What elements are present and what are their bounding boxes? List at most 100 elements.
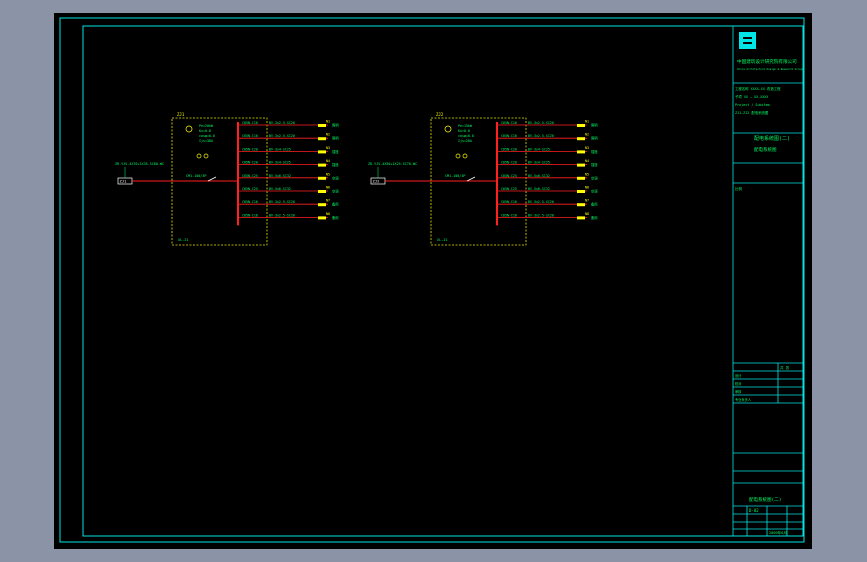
circuit-breaker-label: C65N-C20 xyxy=(242,161,258,165)
incoming-cable-label: ZR-YJV-4X50+1X25-SC70-WC xyxy=(368,162,417,166)
bottom-title: 配电系统图(二) xyxy=(749,496,781,503)
load-symbol-icon xyxy=(318,176,326,180)
load-symbol-icon xyxy=(318,216,326,220)
panel-name: ZJ2 xyxy=(436,112,444,117)
circuit-load-label: 空调 xyxy=(591,189,598,194)
incoming-breaker-symbol xyxy=(466,176,476,182)
circuit-code: N3 xyxy=(585,146,589,150)
circuit-cable-label: BV-5x6-SC32 xyxy=(269,174,291,178)
panel-param: Kx=0.8 xyxy=(199,129,211,133)
load-symbol-icon xyxy=(577,163,585,167)
circuit-breaker-label: C65N-C20 xyxy=(501,161,517,165)
circuit-breaker-label: C65N-C25 xyxy=(501,174,517,178)
circuit-code: N2 xyxy=(585,133,589,137)
panel-param: Pe=20kW xyxy=(199,124,213,128)
circuit-load-label: 备用 xyxy=(591,215,598,220)
circuit-cable-label: BV-3x2.5-SC20 xyxy=(528,121,554,125)
inner-frame xyxy=(82,25,804,537)
load-symbol-icon xyxy=(577,190,585,193)
circuit-load-label: 插座 xyxy=(591,162,598,167)
title-field-label: 校对 xyxy=(735,381,742,386)
circuit-cable-label: BV-3x2.5-SC20 xyxy=(269,121,295,125)
incoming-breaker-label: CM1-100/3P xyxy=(186,174,206,178)
circuit-load-label: 空调 xyxy=(332,175,339,180)
drawing-title: 配电系统图(二) xyxy=(754,135,790,142)
circuit-load-label: 照明 xyxy=(332,137,339,141)
drawing-sub: 配电系统图 xyxy=(754,146,777,153)
title-info-line: 工程名称 XXXX-XX 改造工程 xyxy=(735,86,781,91)
load-symbol-icon xyxy=(318,190,326,193)
title-field-label: 专业负责人 xyxy=(735,397,752,402)
indicator-icon xyxy=(203,153,209,159)
source-label: ZJ1 xyxy=(120,179,128,184)
circuit-breaker-label: C65N-C16 xyxy=(242,121,258,125)
circuit-breaker-label: C65N-C20 xyxy=(501,147,517,151)
indicator-icon xyxy=(196,153,202,159)
scale-label: 比例 xyxy=(735,186,743,191)
company-name: 中国建筑设计研究院有限公司 xyxy=(737,58,797,65)
circuit-breaker-label: C65N-C16 xyxy=(501,200,517,204)
meter-icon xyxy=(444,125,452,133)
drawing-canvas[interactable]: 中国建筑设计研究院有限公司 China Architecture Design … xyxy=(54,13,812,549)
circuit-breaker-label: C65N-C25 xyxy=(242,174,258,178)
panel-name: ZJ1 xyxy=(177,112,185,117)
load-symbol-icon xyxy=(318,137,326,141)
circuit-breaker-label: C65N-C16 xyxy=(501,121,517,125)
circuit-load-label: 空调 xyxy=(591,175,598,180)
circuit-cable-label: BV-3x4-SC25 xyxy=(269,147,291,151)
circuit-load-label: 照明 xyxy=(591,137,598,141)
cad-drawing: 中国建筑设计研究院有限公司 China Architecture Design … xyxy=(59,17,805,543)
circuit-code: N1 xyxy=(326,120,330,124)
circuit-cable-label: BV-5x6-SC32 xyxy=(528,174,550,178)
circuit-breaker-label: C65N-C16 xyxy=(501,134,517,138)
title-field-label: 设计 xyxy=(735,373,742,378)
circuit-code: N2 xyxy=(326,133,330,137)
circuit-breaker-label: C65N-C20 xyxy=(242,147,258,151)
circuit-breaker-label: C65N-C16 xyxy=(242,200,258,204)
drawing-date: 2009年6月 xyxy=(769,530,787,535)
circuit-breaker-label: C65N-C16 xyxy=(242,213,258,217)
circuit-load-label: 备用 xyxy=(332,215,339,220)
circuit-code: N1 xyxy=(585,120,589,124)
circuit-code: N6 xyxy=(326,186,330,190)
load-symbol-icon xyxy=(577,176,585,180)
panel-param: Ijs=28A xyxy=(458,139,472,143)
circuit-breaker-label: C65N-C16 xyxy=(501,213,517,217)
panel-param: Ijs=38A xyxy=(199,139,213,143)
load-symbol-icon xyxy=(577,150,585,154)
circuit-load-label: 照明 xyxy=(332,124,339,128)
circuit-load-label: 插座 xyxy=(591,149,598,154)
circuit-cable-label: BV-3x2.5-SC20 xyxy=(269,213,295,217)
circuit-cable-label: BV-5x6-SC32 xyxy=(528,187,550,191)
incoming-breaker-label: CM1-100/3P xyxy=(445,174,465,178)
circuit-cable-label: BV-3x2.5-SC20 xyxy=(528,134,554,138)
circuit-cable-label: BV-3x2.5-SC20 xyxy=(528,213,554,217)
circuit-code: N8 xyxy=(585,212,589,216)
circuit-breaker-label: C65N-C25 xyxy=(501,187,517,191)
circuit-load-label: 照明 xyxy=(591,124,598,128)
circuit-code: N7 xyxy=(585,199,589,203)
title-info-line: ZJ1-ZJ2 配电系统图 xyxy=(735,110,769,115)
panel-bottom-note: XL-21 xyxy=(437,238,448,242)
circuit-cable-label: BV-3x4-SC25 xyxy=(269,161,291,165)
circuit-breaker-label: C65N-C16 xyxy=(242,134,258,138)
circuit-code: N7 xyxy=(326,199,330,203)
load-symbol-icon xyxy=(318,124,326,127)
circuit-cable-label: BV-5x6-SC32 xyxy=(269,187,291,191)
company-logo-icon xyxy=(739,32,756,49)
load-symbol-icon xyxy=(577,137,585,141)
title-info-line: 子项 XX — XX-XXXX xyxy=(735,94,769,99)
panel-param: Kx=0.8 xyxy=(458,129,470,133)
meter-icon xyxy=(185,125,193,133)
load-symbol-icon xyxy=(318,163,326,167)
circuit-breaker-label: C65N-C25 xyxy=(242,187,258,191)
incoming-breaker-symbol xyxy=(207,176,217,182)
circuit-load-label: 插座 xyxy=(332,162,339,167)
outer-frame xyxy=(59,17,805,543)
company-sub: China Architecture Design & Research Gro… xyxy=(737,67,803,71)
incoming-cable-label: ZR-YJV-4X70+1X35-SC80-WC xyxy=(115,162,164,166)
panel-param: cosφ=0.8 xyxy=(458,134,474,138)
circuit-cable-label: BV-3x2.5-SC20 xyxy=(269,134,295,138)
circuit-cable-label: BV-3x4-SC25 xyxy=(528,161,550,165)
panel-param: Pe=15kW xyxy=(458,124,472,128)
